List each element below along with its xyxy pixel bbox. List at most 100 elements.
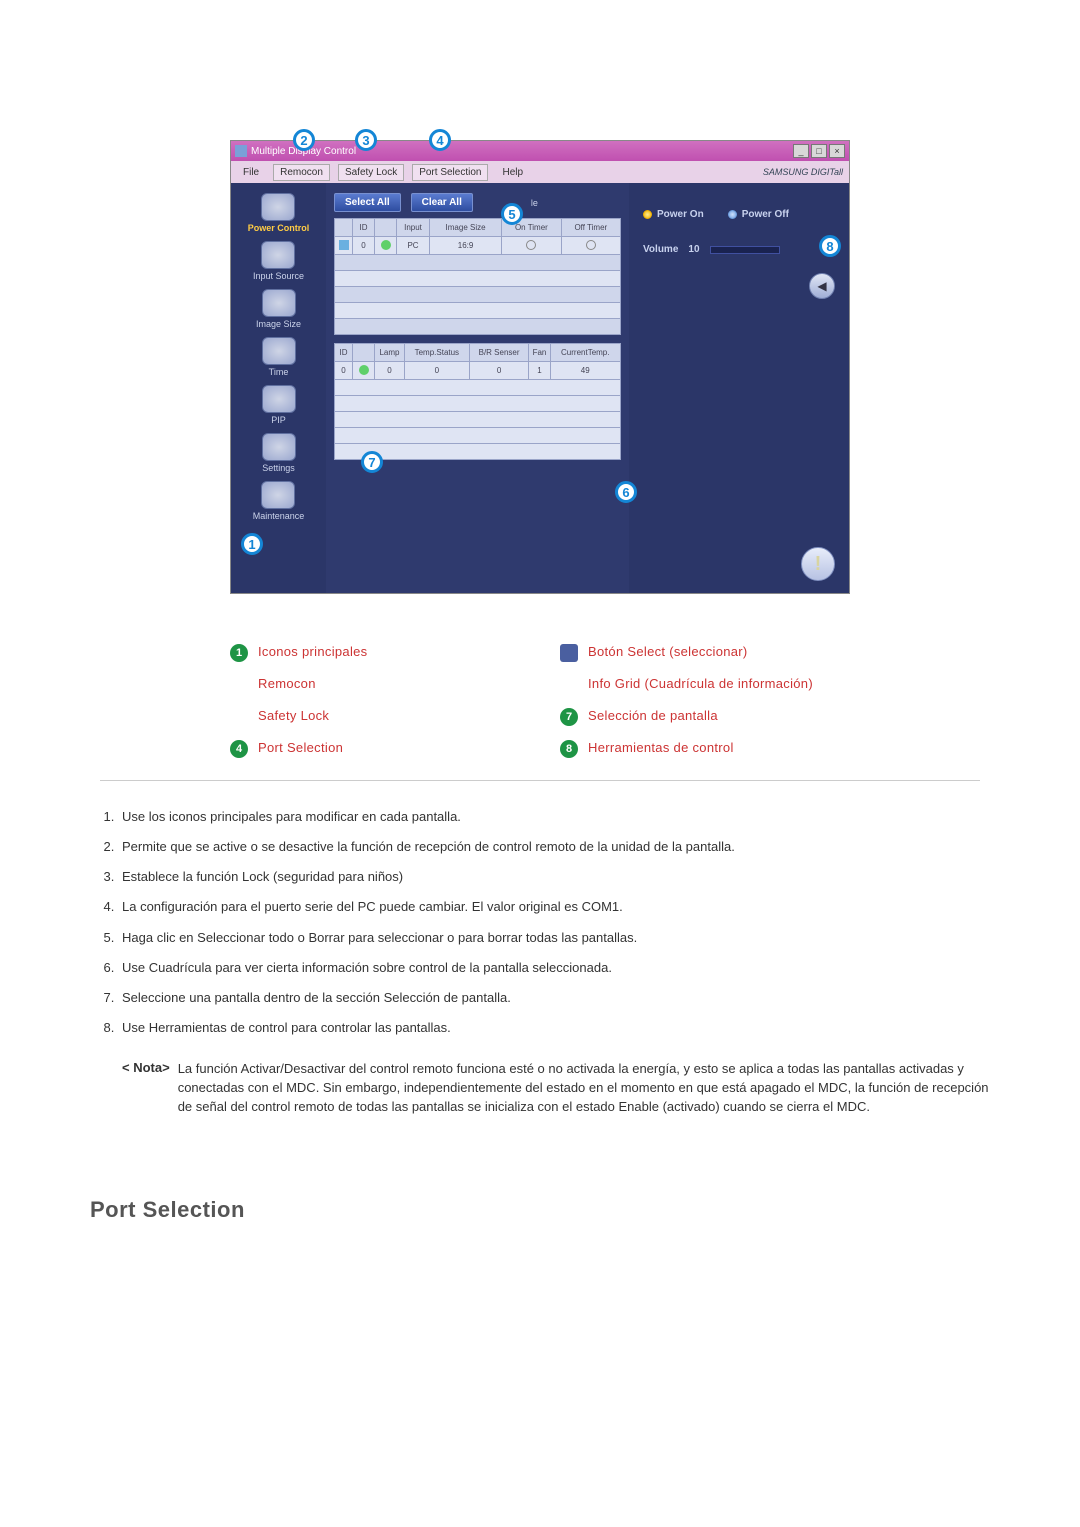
titlebar: Multiple Display Control _ □ ×: [231, 141, 849, 161]
legend-row: 1 Iconos principales: [230, 644, 520, 662]
legend: 1 Iconos principales Botón Select (selec…: [230, 644, 850, 780]
table-row[interactable]: 0 PC 16:9: [335, 237, 621, 255]
list-item: Use los iconos principales para modifica…: [118, 807, 990, 827]
list-item: Permite que se active o se desactive la …: [118, 837, 990, 857]
menu-file[interactable]: File: [237, 165, 265, 180]
select-all-button[interactable]: Select All: [334, 193, 401, 212]
table-row[interactable]: [335, 380, 621, 396]
legend-text: Port Selection: [258, 740, 343, 755]
grid2-header: [353, 344, 375, 362]
power-icon: [261, 193, 295, 221]
grid1-header: ID: [353, 219, 375, 237]
status-icon: [381, 240, 391, 250]
clear-all-button[interactable]: Clear All: [411, 193, 473, 212]
input-icon: [261, 241, 295, 269]
list-item: Seleccione una pantalla dentro de la sec…: [118, 988, 990, 1008]
sidebar-item-power-control[interactable]: Power Control: [248, 193, 310, 233]
center-column: Select All Clear All le ID Input Image S…: [326, 183, 629, 593]
settings-icon: [262, 433, 296, 461]
legend-badge-7: 7: [560, 708, 578, 726]
divider: [100, 780, 980, 781]
control-tools: Power On Power Off Volume 10 ◀: [629, 183, 849, 593]
legend-row: Safety Lock: [230, 708, 520, 726]
app-body: Power Control Input Source Image Size Ti…: [231, 183, 849, 593]
volume-label: Volume: [643, 244, 678, 255]
ontimer-icon: [526, 240, 536, 250]
menu-port-selection[interactable]: Port Selection: [412, 164, 488, 181]
close-button[interactable]: ×: [829, 144, 845, 158]
legend-text: Safety Lock: [258, 708, 329, 723]
table-row[interactable]: [335, 255, 621, 271]
legend-badge-1: 1: [230, 644, 248, 662]
legend-badge-8: 8: [560, 740, 578, 758]
list-item: Use Cuadrícula para ver cierta informaci…: [118, 958, 990, 978]
sidebar-item-image-size[interactable]: Image Size: [256, 289, 301, 329]
callout-5: 5: [501, 203, 523, 225]
sidebar-item-input-source[interactable]: Input Source: [253, 241, 304, 281]
legend-row: Info Grid (Cuadrícula de información): [560, 676, 850, 694]
callout-7: 7: [361, 451, 383, 473]
legend-badge-empty: [560, 676, 578, 694]
cell-cur: 49: [550, 362, 621, 380]
cell-lamp: 0: [375, 362, 405, 380]
legend-text: Botón Select (seleccionar): [588, 644, 748, 659]
menubar: File Remocon Safety Lock Port Selection …: [231, 161, 849, 183]
pip-icon: [262, 385, 296, 413]
table-row[interactable]: [335, 396, 621, 412]
menu-help[interactable]: Help: [496, 165, 529, 180]
maximize-button[interactable]: □: [811, 144, 827, 158]
volume-slider[interactable]: [710, 246, 780, 254]
radio-icon: [643, 210, 652, 219]
note-body: La función Activar/Desactivar del contro…: [178, 1060, 990, 1117]
brand-label: SAMSUNG DIGITall: [763, 167, 843, 177]
grid2-header: B/R Senser: [469, 344, 529, 362]
callout-2: 2: [293, 129, 315, 151]
legend-row: Remocon: [230, 676, 520, 694]
offtimer-icon: [586, 240, 596, 250]
table-row[interactable]: 0 0 0 0 1 49: [335, 362, 621, 380]
power-off-label: Power Off: [742, 209, 789, 220]
legend-row: 4 Port Selection: [230, 740, 520, 758]
power-on-radio[interactable]: Power On: [643, 209, 704, 220]
sidebar-item-label: Maintenance: [253, 511, 305, 521]
menu-safety-lock[interactable]: Safety Lock: [338, 164, 404, 181]
grid1-header: [335, 219, 353, 237]
grid2-header: Fan: [529, 344, 550, 362]
power-off-radio[interactable]: Power Off: [728, 209, 789, 220]
legend-text: Selección de pantalla: [588, 708, 718, 723]
toolbar-suffix: le: [531, 198, 538, 208]
legend-badge-4: 4: [230, 740, 248, 758]
cell-input: PC: [397, 237, 430, 255]
table-row[interactable]: [335, 271, 621, 287]
table-row[interactable]: [335, 287, 621, 303]
sidebar-item-label: Power Control: [248, 223, 310, 233]
legend-text: Iconos principales: [258, 644, 367, 659]
grid2-header: ID: [335, 344, 353, 362]
callout-3: 3: [355, 129, 377, 151]
sidebar-item-label: Image Size: [256, 319, 301, 329]
grid1-header: Off Timer: [561, 219, 620, 237]
table-row[interactable]: [335, 412, 621, 428]
table-row[interactable]: [335, 319, 621, 335]
speaker-button[interactable]: ◀: [809, 273, 835, 299]
table-row[interactable]: [335, 303, 621, 319]
minimize-button[interactable]: _: [793, 144, 809, 158]
table-row[interactable]: [335, 428, 621, 444]
sidebar-item-pip[interactable]: PIP: [262, 385, 296, 425]
legend-badge-5: [560, 644, 578, 662]
cell-fan: 1: [529, 362, 550, 380]
app-screenshot: 2 3 4 5 8 7 6 1 Multiple Display Control…: [230, 140, 850, 594]
grid1-header: Input: [397, 219, 430, 237]
power-on-label: Power On: [657, 209, 704, 220]
app-icon: [235, 145, 247, 157]
description-list: Use los iconos principales para modifica…: [118, 807, 990, 1038]
callout-8: 8: [819, 235, 841, 257]
status-icon: [359, 365, 369, 375]
sidebar-item-label: PIP: [271, 415, 286, 425]
speaker-icon: ◀: [817, 279, 826, 293]
menu-remocon[interactable]: Remocon: [273, 164, 330, 181]
sidebar-item-maintenance[interactable]: Maintenance: [253, 481, 305, 521]
sidebar-item-time[interactable]: Time: [262, 337, 296, 377]
sidebar-item-settings[interactable]: Settings: [262, 433, 296, 473]
grid2-header: Temp.Status: [404, 344, 469, 362]
